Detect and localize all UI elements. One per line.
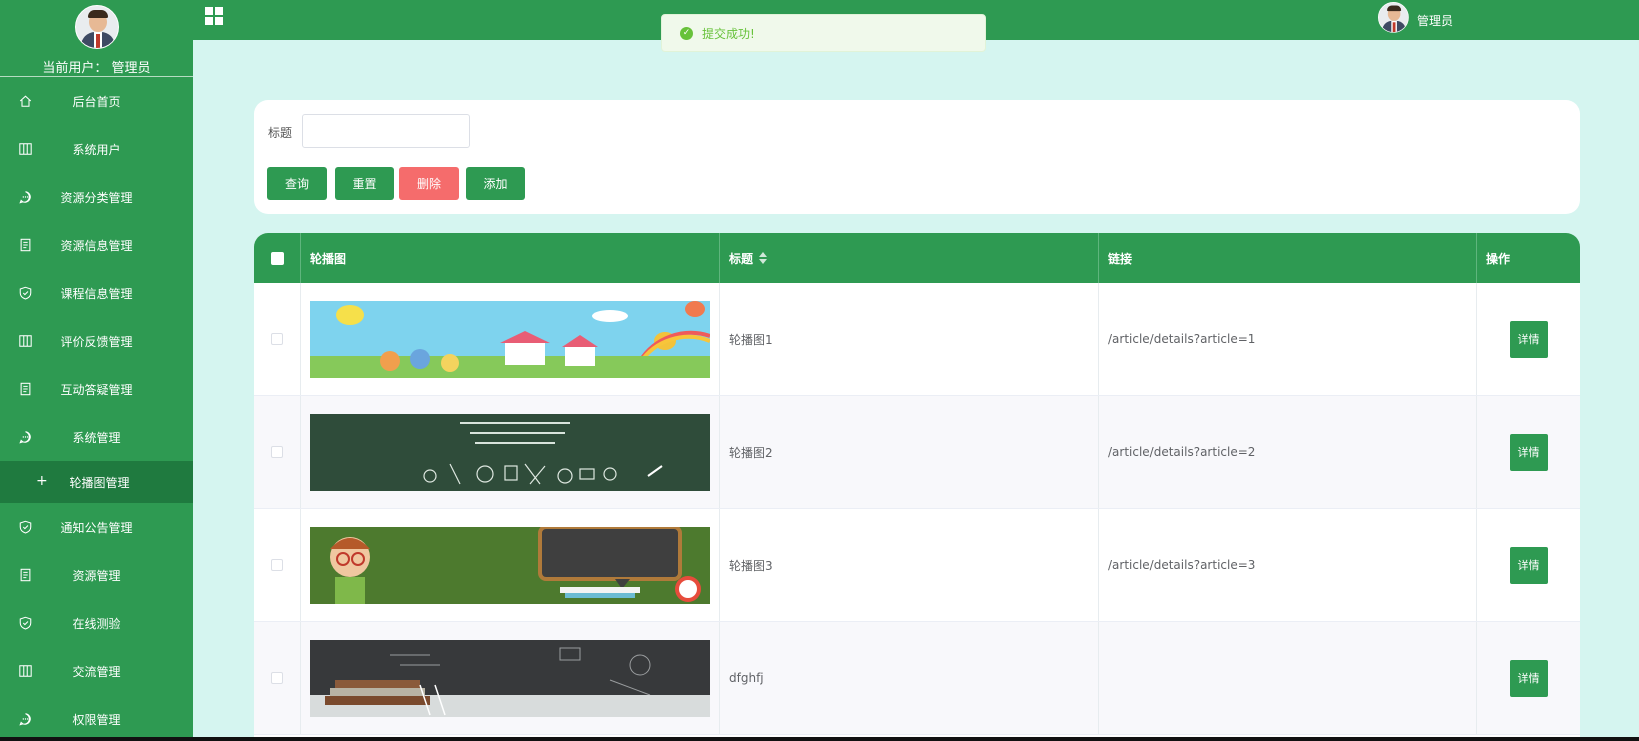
toast-message: 提交成功! [702,26,755,41]
carousel-table: 轮播图 标题 链接 操作 轮播图1 /article/details?artic… [254,233,1580,741]
row-checkbox[interactable] [271,333,283,345]
chat-icon [19,431,31,444]
detail-button[interactable]: 详情 [1509,320,1548,358]
header-link: 链接 [1099,233,1477,283]
row-title: 轮播图3 [720,509,1099,621]
plus-icon: + [36,473,48,489]
carousel-image [310,526,710,604]
sidebar-item-resource-category[interactable]: 资源分类管理 [0,173,193,221]
row-link: /article/details?article=2 [1099,396,1477,508]
avatar[interactable] [74,5,119,49]
detail-button[interactable]: 详情 [1509,433,1548,471]
detail-button[interactable]: 详情 [1509,659,1548,697]
header-image: 轮播图 [301,233,720,283]
sidebar-item-dashboard[interactable]: 后台首页 [0,77,193,125]
current-user-label: 当前用户： 管理员 [42,61,151,76]
select-all-cell [254,233,301,283]
sidebar-item-label: 轮播图管理 [69,475,130,490]
check-circle-icon: ✓ [680,26,693,40]
sidebar-item-permission[interactable]: 权限管理 [0,695,193,741]
row-link: /article/details?article=3 [1099,509,1477,621]
query-button[interactable]: 查询 [267,167,327,200]
columns-icon [19,665,32,677]
sidebar-item-feedback[interactable]: 评价反馈管理 [0,317,193,365]
topbar-avatar[interactable] [1378,2,1409,33]
sidebar-item-communication[interactable]: 交流管理 [0,647,193,695]
sidebar-item-online-test[interactable]: 在线测验 [0,599,193,647]
document-icon [20,568,31,582]
table-row: 轮播图3 /article/details?article=3 详情 [254,509,1580,622]
sidebar-item-resource-info[interactable]: 资源信息管理 [0,221,193,269]
shield-check-icon [19,286,32,300]
row-title: 轮播图1 [720,283,1099,395]
detail-button[interactable]: 详情 [1509,546,1548,584]
title-filter-input[interactable] [302,114,470,148]
chat-icon [19,713,31,726]
row-title: dfghfj [720,622,1099,734]
sidebar-item-system-management[interactable]: 系统管理 [0,413,193,461]
row-checkbox[interactable] [271,446,283,458]
document-icon [20,382,31,396]
sidebar-item-resource[interactable]: 资源管理 [0,551,193,599]
table-row: dfghfj 详情 [254,622,1580,735]
columns-icon [19,335,32,347]
sidebar-user-box: 当前用户： 管理员 [0,0,193,77]
shield-check-icon [19,520,32,534]
success-toast: ✓ 提交成功! [661,14,986,52]
sidebar-item-course-info[interactable]: 课程信息管理 [0,269,193,317]
sidebar-item-notice[interactable]: 通知公告管理 [0,503,193,551]
shield-check-icon [19,616,32,630]
carousel-image [310,300,710,378]
row-link: /article/details?article=1 [1099,283,1477,395]
delete-button[interactable]: 删除 [399,167,459,200]
topbar-username[interactable]: 管理员 [1417,12,1453,29]
carousel-image [310,413,710,491]
header-action: 操作 [1486,251,1511,266]
home-icon [19,95,32,107]
document-icon [20,238,31,252]
row-checkbox[interactable] [271,559,283,571]
row-title: 轮播图2 [720,396,1099,508]
columns-icon [19,143,32,155]
header-title[interactable]: 标题 [720,233,1099,283]
sidebar: 当前用户： 管理员 后台首页 系统用户 资源分类管理 资源信息管理 课程信息管理… [0,0,193,741]
title-filter-label: 标题 [268,126,293,140]
bottom-edge [0,737,1639,741]
sidebar-item-qa[interactable]: 互动答疑管理 [0,365,193,413]
table-row: 轮播图2 /article/details?article=2 详情 [254,396,1580,509]
reset-button[interactable]: 重置 [335,167,394,200]
add-button[interactable]: 添加 [466,167,525,200]
sidebar-item-carousel[interactable]: + 轮播图管理 [0,461,193,503]
chat-icon [19,191,31,204]
table-row: 轮播图1 /article/details?article=1 详情 [254,283,1580,396]
row-checkbox[interactable] [271,672,283,684]
table-header: 轮播图 标题 链接 操作 [254,233,1580,283]
sort-icon[interactable] [759,252,768,264]
select-all-checkbox[interactable] [270,251,284,265]
carousel-image [310,639,710,717]
sidebar-item-system-users[interactable]: 系统用户 [0,125,193,173]
header-title-label: 标题 [729,251,754,266]
search-panel: 标题 查询 重置 删除 添加 [254,100,1580,214]
menu-toggle-icon[interactable] [205,7,224,26]
row-link [1099,622,1477,734]
